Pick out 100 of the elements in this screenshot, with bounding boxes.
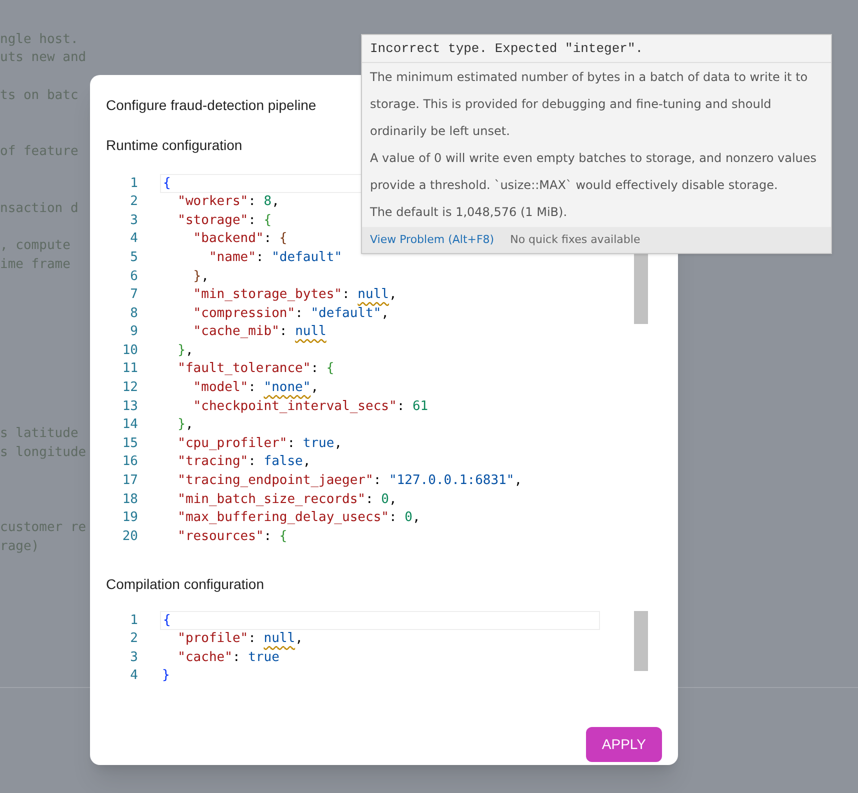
code-token: 61 (412, 398, 428, 416)
tooltip-paragraph: The minimum estimated number of bytes in a batch of data to write it to storage. This is provided for debugging and fine-tuning and should ordinarily be left unset. (370, 69, 809, 140)
code-token: : (295, 304, 304, 323)
code-token: : (388, 509, 398, 528)
code-token: "cpu_profiler" (176, 434, 288, 453)
code-token: 0 (404, 509, 412, 528)
background-code-line: s longitude (0, 444, 86, 462)
code-token: "profile" (176, 630, 248, 648)
code-token: , (388, 490, 397, 509)
code-token: "min_batch_size_records" (176, 490, 366, 509)
section-heading: Compilation configuration (106, 575, 264, 594)
code-token: , (388, 286, 397, 304)
warning-code-token: null (264, 630, 296, 648)
line-number: 11 (121, 360, 139, 378)
warning-code-token: "none" (264, 379, 311, 398)
code-token: "storage" (176, 212, 248, 230)
background-code-line: ts on batc (0, 87, 78, 105)
line-number: 2 (129, 193, 139, 212)
warning-code-token: null (295, 323, 326, 342)
line-number: 18 (121, 490, 139, 509)
code-token: : (248, 630, 257, 648)
code-token: , (302, 453, 311, 472)
line-number: 20 (121, 528, 139, 546)
code-token: : (342, 286, 351, 304)
line-number: 12 (121, 379, 139, 398)
code-token: , (381, 304, 389, 323)
code-token: 0 (381, 490, 389, 509)
line-number: 15 (121, 434, 139, 453)
code-token: : (248, 193, 257, 212)
background-code-line: , compute (0, 237, 70, 256)
code-token: { (163, 612, 171, 630)
code-token: : (264, 230, 273, 248)
code-token: { (264, 212, 272, 230)
background-code-line: ngle host. (0, 30, 78, 49)
code-token: : (366, 490, 374, 509)
code-token: } (176, 342, 186, 360)
code-token: { (163, 174, 171, 193)
background-code-line: s latitude (0, 425, 78, 444)
line-number: 8 (129, 304, 139, 323)
line-number: 10 (121, 342, 139, 360)
line-number: 19 (121, 509, 139, 528)
line-number: 14 (121, 416, 139, 434)
tooltip-paragraph: The default is 1,048,576 (1 MiB). (370, 204, 568, 221)
code-token: : (396, 398, 406, 416)
background-code-line: customer re (0, 519, 86, 538)
code-token: : (248, 453, 257, 472)
code-token: : (279, 323, 288, 342)
code-token: "backend" (192, 230, 264, 248)
code-token: "cache" (176, 648, 232, 667)
code-token: "default" (272, 248, 342, 267)
warning-code-token: null (358, 286, 389, 304)
code-token: : (256, 248, 265, 267)
code-token: , (514, 472, 522, 490)
line-number: 3 (129, 648, 139, 667)
code-token: "name" (208, 248, 256, 267)
line-number: 1 (129, 612, 139, 630)
code-token: } (162, 667, 170, 686)
code-token: : (310, 360, 320, 378)
line-number: 3 (129, 212, 139, 230)
code-token: "tracing" (176, 453, 248, 472)
quick-fix-status: No quick fixes available (510, 232, 640, 248)
code-token: { (326, 360, 334, 378)
code-token: , (295, 630, 303, 648)
code-token: "compression" (192, 304, 296, 323)
code-token: "resources" (176, 528, 264, 546)
code-token: : (264, 528, 273, 546)
code-token: : (232, 648, 242, 667)
error-message: Incorrect type. Expected "integer". (362, 35, 831, 63)
dialog-title: Configure fraud-detection pipeline (106, 96, 316, 115)
code-token: { (279, 230, 288, 248)
line-number: 2 (129, 630, 139, 648)
code-token: : (248, 379, 257, 398)
line-number: 16 (121, 453, 139, 472)
background-code-line: ime frame (0, 256, 70, 274)
code-token: , (334, 434, 342, 453)
code-token: } (192, 268, 202, 286)
code-token: false (264, 453, 303, 472)
code-token: : (373, 472, 382, 490)
code-token: "checkpoint_interval_secs" (192, 398, 397, 416)
line-number: 13 (121, 398, 139, 416)
code-token: true (248, 648, 280, 667)
code-token: "model" (192, 379, 248, 398)
background-code-line: nsaction d (0, 200, 78, 218)
code-token: "127.0.0.1:6831" (388, 472, 514, 490)
line-number: 1 (129, 174, 139, 193)
code-token: { (279, 528, 288, 546)
code-token: , (310, 379, 319, 398)
background-code-line: uts new and (0, 49, 86, 68)
code-token: 8 (264, 193, 272, 212)
code-token: "min_storage_bytes" (192, 286, 342, 304)
code-token: , (185, 342, 194, 360)
code-token: } (176, 416, 186, 434)
code-token: "cache_mib" (192, 323, 280, 342)
section-heading: Runtime configuration (106, 136, 242, 155)
code-token: , (201, 268, 209, 286)
line-number: 6 (129, 268, 139, 286)
code-token: "max_buffering_delay_usecs" (176, 509, 389, 528)
code-token: "workers" (176, 193, 248, 212)
code-token: : (248, 212, 257, 230)
code-token: "tracing_endpoint_jaeger" (176, 472, 374, 490)
